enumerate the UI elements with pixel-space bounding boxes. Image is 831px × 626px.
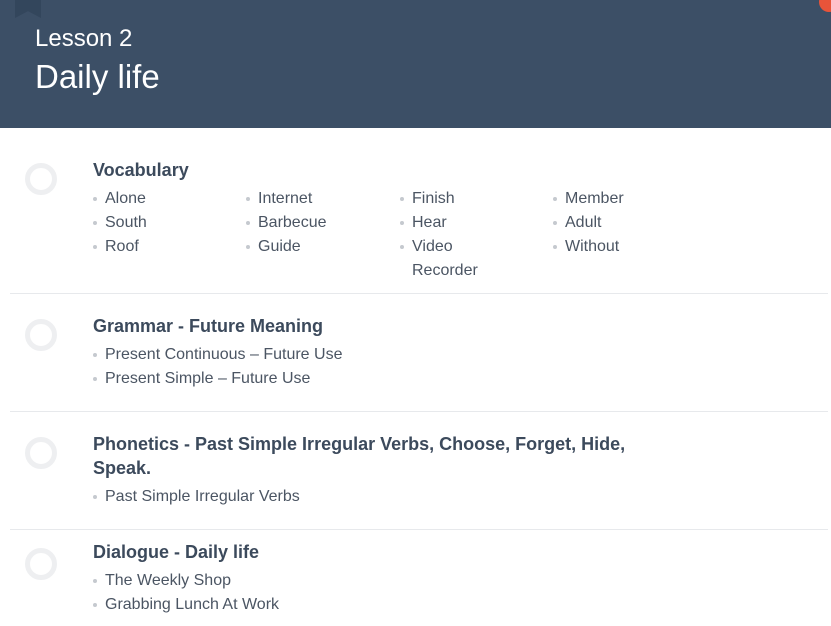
vocab-item: Hear [400, 211, 447, 235]
progress-circle-icon [25, 548, 57, 580]
section-title[interactable]: Phonetics - Past Simple Irregular Verbs,… [93, 432, 653, 480]
vocab-item: Video Recorder [400, 235, 478, 283]
bookmark-icon[interactable] [15, 0, 41, 18]
lesson-item: Grabbing Lunch At Work [93, 593, 279, 617]
section-dialogue[interactable]: Dialogue - Daily life The Weekly Shop Gr… [10, 530, 828, 626]
lesson-item: Present Simple – Future Use [93, 367, 310, 391]
lesson-item: The Weekly Shop [93, 569, 231, 593]
notification-badge[interactable] [819, 0, 831, 12]
vocab-item: Adult [553, 211, 601, 235]
lesson-item: Past Simple Irregular Verbs [93, 485, 300, 509]
vocab-item: Member [553, 187, 624, 211]
section-grammar[interactable]: Grammar - Future Meaning Present Continu… [10, 294, 828, 412]
section-vocabulary[interactable]: Vocabulary Alone South Roof Internet Bar… [10, 128, 828, 294]
lesson-title: Daily life [35, 58, 160, 95]
vocab-item: Finish [400, 187, 455, 211]
vocab-item: Without [553, 235, 619, 259]
lesson-item: Present Continuous – Future Use [93, 343, 342, 367]
vocab-item: Internet [246, 187, 312, 211]
vocab-item: Guide [246, 235, 301, 259]
lesson-header: Lesson 2 Daily life [0, 0, 831, 128]
vocab-item-line: Recorder [412, 262, 478, 279]
section-title-line: Phonetics - Past Simple Irregular Verbs,… [93, 434, 626, 454]
section-phonetics[interactable]: Phonetics - Past Simple Irregular Verbs,… [10, 412, 828, 530]
vocab-item-line: Video [412, 238, 453, 255]
vocab-item: Barbecue [246, 211, 327, 235]
section-title[interactable]: Grammar - Future Meaning [93, 314, 653, 338]
vocab-item: Alone [93, 187, 146, 211]
section-title-line: Speak. [93, 458, 152, 478]
vocab-item: South [93, 211, 147, 235]
vocab-item: Roof [93, 235, 139, 259]
progress-circle-icon [25, 319, 57, 351]
progress-circle-icon [25, 437, 57, 469]
lesson-number: Lesson 2 [35, 25, 133, 52]
progress-circle-icon [25, 163, 57, 195]
section-title[interactable]: Dialogue - Daily life [93, 540, 653, 564]
section-title[interactable]: Vocabulary [93, 158, 653, 182]
